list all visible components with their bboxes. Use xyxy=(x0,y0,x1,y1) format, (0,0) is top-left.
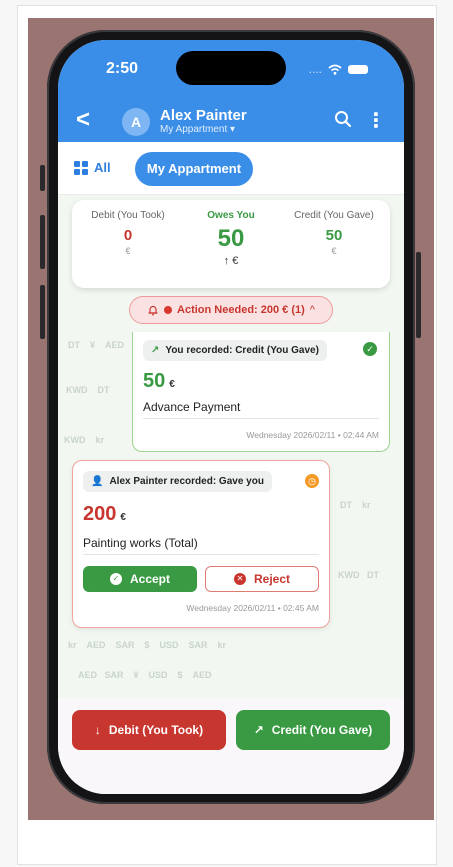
transaction-tag: 👤 Alex Painter recorded: Gave you xyxy=(83,471,272,492)
bg-currency-pattern: kr AED SAR $ USD SAR kr xyxy=(68,640,227,650)
transaction-amount: 50 € xyxy=(143,370,175,393)
transaction-tag-label: Alex Painter recorded: Gave you xyxy=(109,476,264,487)
search-icon[interactable] xyxy=(334,110,352,128)
mute-switch xyxy=(40,165,45,191)
transaction-currency: € xyxy=(169,379,175,390)
credit-amount: 50 xyxy=(325,227,343,244)
transaction-amount-value: 50 xyxy=(143,370,166,392)
transaction-tag: ↗ You recorded: Credit (You Gave) xyxy=(143,340,327,361)
transaction-description: Painting works (Total) xyxy=(83,536,198,550)
debit-label: Debit (You Took) xyxy=(91,210,165,221)
check-circle-icon: ✓ xyxy=(109,573,122,585)
owes-label: Owes You xyxy=(207,210,255,221)
transaction-card-pending[interactable]: 👤 Alex Painter recorded: Gave you ◷ 200 € … xyxy=(72,460,330,628)
debit-amount: 0 xyxy=(123,227,133,244)
arrow-up-right-icon: ↗ xyxy=(151,345,160,356)
signal-dots: .... xyxy=(308,62,322,76)
debit-button-label: Debit (You Took) xyxy=(108,723,204,737)
status-icons: .... xyxy=(309,62,368,76)
alert-dot-icon xyxy=(164,306,173,314)
filter-all[interactable]: All xyxy=(74,160,111,175)
filter-chip-my-appartment[interactable]: My Appartment xyxy=(135,152,253,186)
bottom-action-bar: ↓ Debit (You Took) ↗ Credit (You Gave) xyxy=(58,698,404,794)
transaction-tag-label: You recorded: Credit (You Gave) xyxy=(165,345,319,356)
arrow-down-icon: ↓ xyxy=(94,723,101,737)
arrow-up-right-icon: ↗ xyxy=(253,723,264,737)
bg-currency-pattern: KWD DT xyxy=(338,570,379,580)
dynamic-island xyxy=(176,51,286,85)
credit-button[interactable]: ↗ Credit (You Gave) xyxy=(236,710,390,750)
credit-label: Credit (You Gave) xyxy=(294,210,374,221)
filter-bar: All My Appartment xyxy=(58,142,404,195)
bg-currency-pattern: KWD DT xyxy=(66,385,110,395)
power-button xyxy=(416,252,421,338)
more-options-icon[interactable]: ⋮ xyxy=(366,108,386,133)
summary-debit: Debit (You Took) 0 € xyxy=(78,210,178,256)
accept-button[interactable]: ✓ Accept xyxy=(83,566,197,592)
status-time: 2:50 xyxy=(106,60,139,77)
reject-button-label: Reject xyxy=(253,572,291,586)
alarm-bell-icon xyxy=(148,305,158,316)
x-circle-icon: ✕ xyxy=(233,573,246,585)
contact-name[interactable]: Alex Painter xyxy=(160,107,247,124)
battery-icon xyxy=(348,64,368,74)
action-needed-banner[interactable]: Action Needed: 200 € (1) ^ xyxy=(129,296,333,324)
debit-currency: € xyxy=(125,246,131,256)
transaction-card-credit[interactable]: ↗ You recorded: Credit (You Gave) ✓ 50 € A… xyxy=(132,332,390,452)
chevron-up-icon: ^ xyxy=(309,304,315,316)
check-circle-icon: ✓ xyxy=(363,342,377,356)
transaction-amount: 200 € xyxy=(83,503,126,526)
summary-owes: Owes You 50 ↑ € xyxy=(181,210,281,267)
transaction-description: Advance Payment xyxy=(143,400,241,414)
person-icon: 👤 xyxy=(91,476,104,487)
phone-screen: 2:50 .... < A Alex Painter My Appartment… xyxy=(58,40,404,794)
back-chevron-icon[interactable]: < xyxy=(76,106,90,134)
reject-button[interactable]: ✕ Reject xyxy=(205,566,319,592)
transaction-timestamp: Wednesday 2026/02/11 • 02:45 AM xyxy=(186,603,319,613)
avatar[interactable]: A xyxy=(122,108,150,136)
grid-icon xyxy=(74,160,88,175)
action-needed-label: Action Needed: 200 € (1) xyxy=(177,304,305,316)
status-bar: 2:50 .... xyxy=(58,40,404,100)
transaction-currency: € xyxy=(120,512,126,523)
credit-button-label: Credit (You Gave) xyxy=(271,723,373,737)
transaction-timestamp: Wednesday 2026/02/11 • 02:44 AM xyxy=(246,430,379,440)
owes-amount: 50 xyxy=(217,225,245,252)
transaction-amount-value: 200 xyxy=(83,503,117,525)
balance-summary-card: Debit (You Took) 0 € Owes You 50 ↑ € Cre… xyxy=(72,200,390,288)
divider xyxy=(143,418,379,419)
volume-up-button xyxy=(40,215,45,269)
clock-pending-icon: ◷ xyxy=(305,474,319,488)
owes-currency: ↑ € xyxy=(223,255,239,267)
debit-button[interactable]: ↓ Debit (You Took) xyxy=(72,710,226,750)
credit-currency: € xyxy=(331,246,337,256)
bg-currency-pattern: DT ¥ AED xyxy=(68,340,125,350)
wifi-icon xyxy=(328,64,342,75)
bg-currency-pattern: KWD kr xyxy=(64,435,105,445)
filter-all-label: All xyxy=(94,160,111,175)
summary-credit: Credit (You Gave) 50 € xyxy=(284,210,384,256)
project-selector[interactable]: My Appartment ▾ xyxy=(160,124,235,135)
accept-button-label: Accept xyxy=(129,572,170,586)
app-header: < A Alex Painter My Appartment ▾ ⋮ xyxy=(58,100,404,142)
volume-down-button xyxy=(40,285,45,339)
bg-currency-pattern: AED SAR ¥ USD $ AED xyxy=(78,670,212,680)
bg-currency-pattern: DT kr xyxy=(340,500,371,510)
divider xyxy=(83,554,319,555)
